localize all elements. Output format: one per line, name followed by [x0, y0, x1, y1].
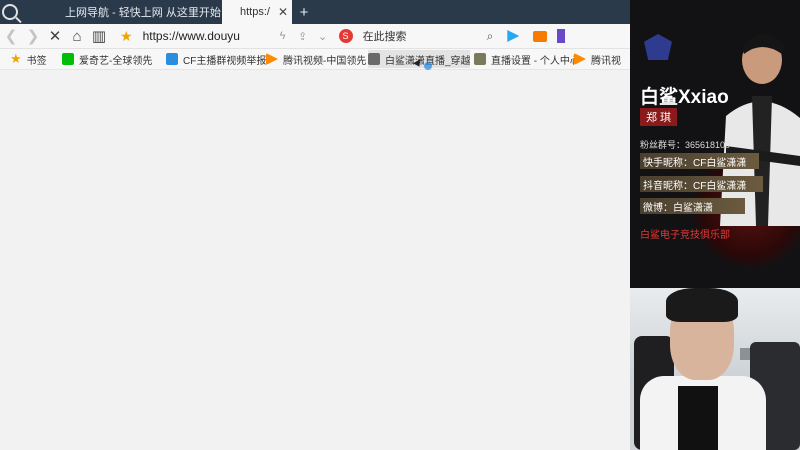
new-tab-button[interactable]: + [292, 0, 316, 24]
back-icon[interactable]: ❮ [0, 25, 22, 47]
douyin-nickname: 抖音昵称：CF白鲨潇潇 [640, 176, 763, 192]
iqiyi-icon [62, 53, 74, 65]
tab-label: 上网导航 - 轻快上网 从这里开始 [65, 7, 221, 19]
chevron-down-icon[interactable]: ⌄ [313, 25, 333, 47]
bookmark-tencent-video[interactable]: 腾讯视频-中国领先 [266, 50, 368, 68]
browser-window: 上网导航 - 轻快上网 从这里开始 https:/ ✕ + ❮ ❯ ✕ ⌂ ▥ … [0, 0, 630, 450]
video-extension-icon[interactable] [533, 30, 548, 42]
tab-navigation[interactable]: 上网导航 - 轻快上网 从这里开始 [0, 0, 222, 24]
tencent-video-icon [574, 53, 586, 65]
share-icon[interactable]: ⇪ [293, 25, 313, 47]
play-extension-icon[interactable] [507, 30, 520, 42]
douyu-icon [368, 53, 380, 65]
bookmark-label: 书签 [26, 55, 47, 67]
extension-icon[interactable] [557, 29, 566, 43]
bookmark-iqiyi[interactable]: 爱奇艺-全球领先 [62, 50, 166, 68]
club-name: 白鲨电子竞技俱乐部 [640, 230, 730, 241]
bookmark-label: 腾讯视 [591, 55, 621, 67]
webcam-feed [630, 288, 800, 450]
streamer-info-card: 白鲨Xxiao 郑 琪 粉丝群号：365618100 快手昵称：CF白鲨潇潇 抖… [630, 0, 800, 288]
reader-icon[interactable]: ▥ [88, 25, 110, 47]
shield-icon [474, 53, 486, 65]
bookmark-label: 爱奇艺-全球领先 [79, 55, 153, 67]
tab-label: https:/ [240, 6, 270, 18]
loading-indicator [424, 62, 432, 70]
bookmark-tencent-video-2[interactable]: 腾讯视 [574, 50, 624, 68]
streamer-photo [720, 34, 800, 226]
navigation-toolbar: ❮ ❯ ✕ ⌂ ▥ ★ https://www.douyu ϟ ⇪ ⌄ S 在此… [0, 24, 630, 49]
tencent-video-icon [266, 53, 278, 65]
close-icon[interactable]: ✕ [278, 5, 288, 19]
webcam-shirt-stripe [678, 386, 718, 450]
bookmark-label: CF主播群视频举报 [183, 55, 266, 67]
real-name-badge: 郑 琪 [640, 108, 678, 126]
address-bar[interactable]: https://www.douyu [143, 29, 273, 43]
fan-group-text: 粉丝群号：365618100 [640, 140, 731, 150]
bookmark-live-settings[interactable]: 直播设置 - 个人中心 [474, 50, 574, 68]
tab-bar: 上网导航 - 轻快上网 从这里开始 https:/ ✕ + [0, 0, 630, 24]
forward-icon[interactable]: ❯ [22, 25, 44, 47]
webcam-hair [666, 288, 738, 322]
favorite-star-icon[interactable]: ★ [120, 28, 133, 45]
bookmark-bookmarks[interactable]: ★ 书签 [0, 50, 52, 68]
kuaishou-nickname: 快手昵称：CF白鲨潇潇 [640, 153, 759, 169]
bookmark-cf-report[interactable]: CF主播群视频举报 [166, 50, 266, 68]
bookmark-label: 腾讯视频-中国领先 [283, 55, 367, 67]
check-icon [166, 53, 178, 65]
bookmark-label: 直播设置 - 个人中心 [491, 55, 574, 67]
team-logo-icon [644, 34, 672, 60]
page-content[interactable] [0, 70, 630, 450]
bookmark-star-icon: ★ [10, 51, 22, 66]
stop-icon[interactable]: ✕ [44, 25, 66, 47]
search-input[interactable]: 在此搜索 [363, 28, 483, 44]
search-icon[interactable]: ⌕ [487, 29, 494, 44]
tab-douyu[interactable]: https:/ ✕ [222, 0, 292, 24]
lightning-icon[interactable]: ϟ [273, 25, 293, 47]
weibo-nickname: 微博：白鲨潇潇 [640, 198, 745, 214]
streamer-name: 白鲨Xxiao [640, 87, 729, 108]
bookmarks-bar: ★ 书签 爱奇艺-全球领先 CF主播群视频举报 腾讯视频-中国领先 白鲨潇潇直播… [0, 49, 630, 70]
home-icon[interactable]: ⌂ [66, 25, 88, 47]
search-engine-icon[interactable]: S [338, 29, 353, 43]
